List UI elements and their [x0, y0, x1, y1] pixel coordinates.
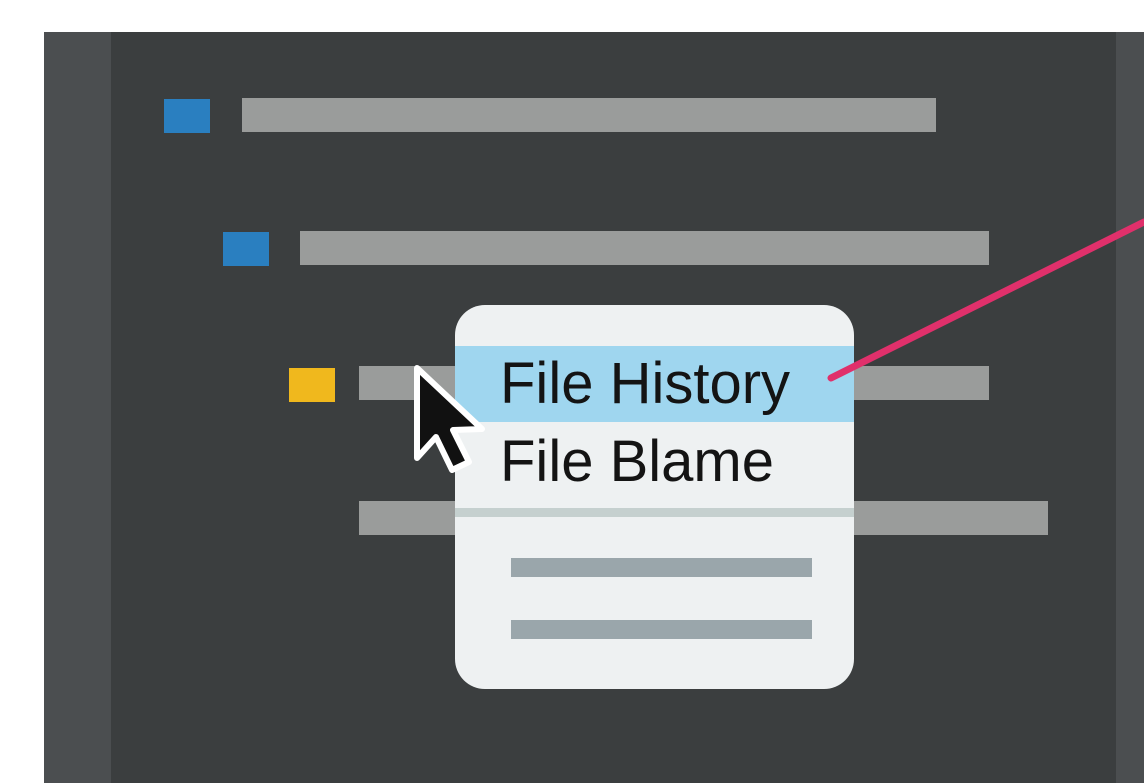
arrow-cursor-icon [414, 365, 485, 473]
